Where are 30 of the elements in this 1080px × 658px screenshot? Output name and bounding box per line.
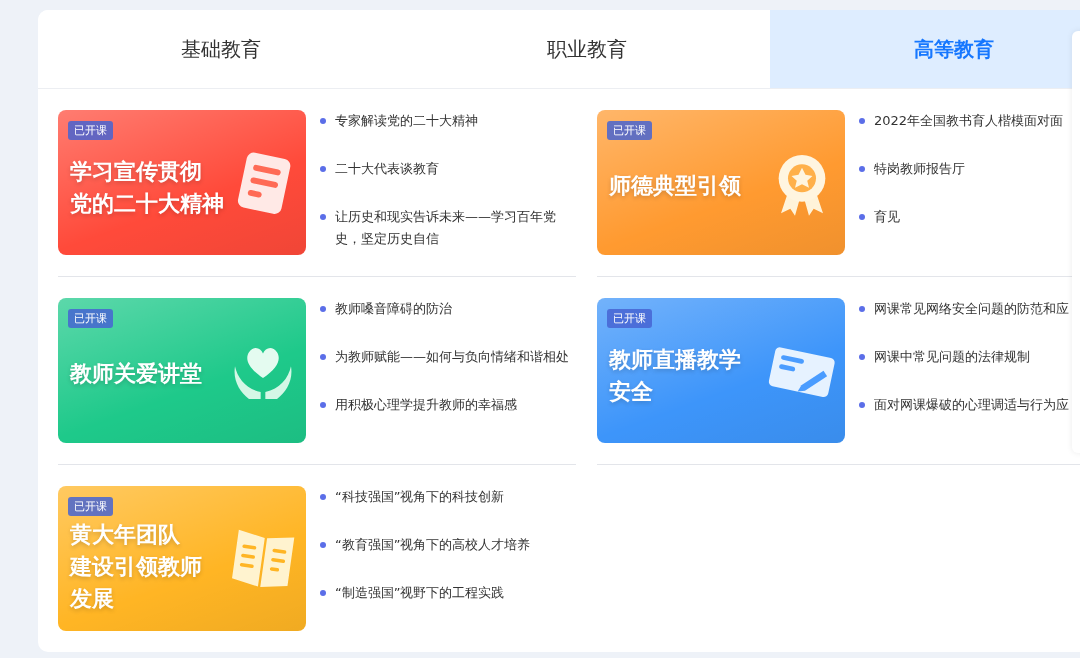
topic-link[interactable]: 为教师赋能——如何与负向情绪和谐相处 — [335, 346, 569, 368]
topic-link[interactable]: 育见 — [874, 206, 900, 228]
status-badge: 已开课 — [68, 121, 113, 140]
topic-link[interactable]: “制造强国”视野下的工程实践 — [335, 582, 505, 604]
status-badge: 已开课 — [68, 309, 113, 328]
topic-link[interactable]: 面对网课爆破的心理调适与行为应 — [874, 394, 1069, 416]
course-banner[interactable]: 已开课 教师直播教学 安全 — [597, 298, 845, 443]
topic-link[interactable]: 专家解读党的二十大精神 — [335, 110, 478, 132]
course-title: 教师关爱讲堂 — [70, 359, 202, 388]
topic-link[interactable]: “教育强国”视角下的高校人才培养 — [335, 534, 531, 556]
course-banner[interactable]: 已开课 师德典型引领 — [597, 110, 845, 255]
topic-link[interactable]: “科技强国”视角下的科技创新 — [335, 486, 505, 508]
status-badge: 已开课 — [607, 309, 652, 328]
topic-link[interactable]: 二十大代表谈教育 — [335, 158, 439, 180]
topic-link[interactable]: 特岗教师报告厅 — [874, 158, 965, 180]
course-banner[interactable]: 已开课 学习宣传贯彻 党的二十大精神 — [58, 110, 306, 255]
course-banner[interactable]: 已开课 黄大年团队 建设引领教师 发展 — [58, 486, 306, 631]
course-title: 黄大年团队 建设引领教师 发展 — [70, 520, 202, 613]
course-banner[interactable]: 已开课 教师关爱讲堂 — [58, 298, 306, 443]
topic-link[interactable]: 2022年全国教书育人楷模面对面 — [874, 110, 1064, 132]
topic-link[interactable]: 用积极心理学提升教师的幸福感 — [335, 394, 517, 416]
topic-link[interactable]: 网课常见网络安全问题的防范和应 — [874, 298, 1069, 320]
topic-link[interactable]: 让历史和现实告诉未来——学习百年党史，坚定历史自信 — [335, 206, 576, 250]
topic-link[interactable]: 网课中常见问题的法律规制 — [874, 346, 1030, 368]
status-badge: 已开课 — [68, 497, 113, 516]
course-title: 师德典型引领 — [609, 171, 741, 200]
course-title: 学习宣传贯彻 党的二十大精神 — [70, 157, 224, 218]
topic-link[interactable]: 教师嗓音障碍的防治 — [335, 298, 452, 320]
course-title: 教师直播教学 安全 — [609, 345, 741, 406]
status-badge: 已开课 — [607, 121, 652, 140]
